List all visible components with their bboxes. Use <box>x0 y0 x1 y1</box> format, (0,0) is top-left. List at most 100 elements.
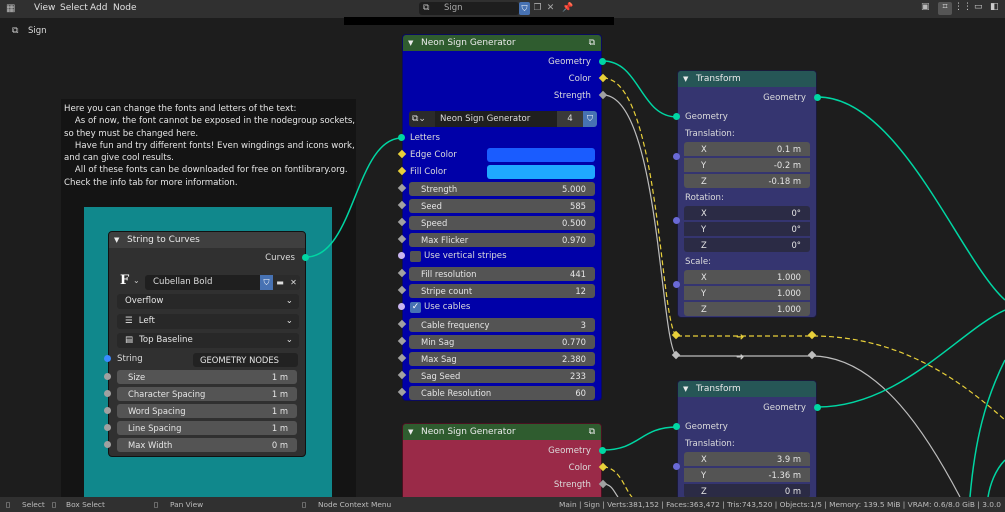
scale-label: Scale: <box>685 257 712 267</box>
font-name-field[interactable]: Cubellan Bold <box>145 275 260 290</box>
link-color <box>602 77 678 337</box>
neon-sign-generator-node-2[interactable]: ▼ Neon Sign Generator ⧉ Geometry Color S… <box>402 423 602 501</box>
speed-field[interactable]: Speed 0.500 <box>409 216 595 230</box>
fill-color-label: Fill Color <box>410 167 447 177</box>
overflow-dropdown[interactable]: Overflow ⌄ <box>117 294 299 309</box>
node-title: Neon Sign Generator <box>421 427 516 437</box>
node-header[interactable]: ▼ Transform <box>678 71 816 87</box>
folder-icon[interactable]: ▬ <box>273 275 287 290</box>
group-selector[interactable]: ⧉⌄ Neon Sign Generator 4 ⛉ <box>409 111 597 127</box>
max-width-field[interactable]: Max Width 0 m <box>117 438 297 452</box>
node-tree-icon[interactable]: ⧉⌄ <box>409 111 435 127</box>
input-geometry-label: Geometry <box>685 422 728 432</box>
output-geometry-label: Geometry <box>548 446 591 456</box>
vertical-stripes-checkbox[interactable] <box>410 251 421 262</box>
reroute-dot <box>807 330 817 340</box>
translation-z-field[interactable]: Z -0.18 m <box>684 174 810 188</box>
node-group-icon[interactable]: ⧉ <box>589 424 595 440</box>
translation-y-field[interactable]: Y -1.36 m <box>684 468 810 482</box>
geometry-output-socket[interactable] <box>814 94 821 101</box>
fake-user-shield-icon[interactable]: ⛉ <box>583 111 597 127</box>
scale-z-field[interactable]: Z 1.000 <box>684 302 810 316</box>
node-header[interactable]: ▼ String to Curves <box>109 232 305 248</box>
user-count[interactable]: 4 <box>557 111 583 127</box>
letters-label: Letters <box>410 133 440 143</box>
translation-y-field[interactable]: Y -0.2 m <box>684 158 810 172</box>
letters-input-socket[interactable] <box>398 134 405 141</box>
reroute-dot <box>671 330 681 340</box>
output-color-label: Color <box>568 74 591 84</box>
scale-y-field[interactable]: Y 1.000 <box>684 286 810 300</box>
size-field[interactable]: Size 1 m <box>117 370 297 384</box>
chevron-down-icon[interactable]: ▼ <box>408 424 413 440</box>
line-spacing-socket[interactable] <box>104 424 111 431</box>
character-spacing-socket[interactable] <box>104 390 111 397</box>
use-cables-socket[interactable] <box>398 303 405 310</box>
use-cables-checkbox[interactable]: ✓ <box>410 302 421 313</box>
translation-socket[interactable] <box>673 463 680 470</box>
string-to-curves-node[interactable]: ▼ String to Curves Curves F ⌄ Cubellan B… <box>108 231 306 457</box>
node-header[interactable]: ▼ Transform <box>678 381 816 397</box>
line-spacing-field[interactable]: Line Spacing 1 m <box>117 421 297 435</box>
geometry-output-socket[interactable] <box>814 404 821 411</box>
seed-field[interactable]: Seed 585 <box>409 199 595 213</box>
translation-x-field[interactable]: X 3.9 m <box>684 452 810 466</box>
chevron-down-icon[interactable]: ▼ <box>683 381 688 397</box>
transform-node[interactable]: ▼ Transform Geometry Geometry Translatio… <box>677 70 817 318</box>
chevron-down-icon[interactable]: ▼ <box>114 232 119 248</box>
geometry-output-socket[interactable] <box>599 58 606 65</box>
neon-sign-generator-node[interactable]: ▼ Neon Sign Generator ⧉ Geometry Color S… <box>402 34 602 401</box>
fill-resolution-field[interactable]: Fill resolution 441 <box>409 267 595 281</box>
overflow-value: Overflow <box>125 296 164 306</box>
min-sag-field[interactable]: Min Sag 0.770 <box>409 335 595 349</box>
scale-x-field[interactable]: X 1.000 <box>684 270 810 284</box>
rotation-x-field[interactable]: X 0° <box>684 206 810 220</box>
string-input[interactable]: GEOMETRY NODES <box>193 353 298 367</box>
translation-z-field[interactable]: Z0 m <box>684 484 810 498</box>
strength-field[interactable]: Strength 5.000 <box>409 182 595 196</box>
font-icon: F <box>120 273 130 288</box>
cable-resolution-field[interactable]: Cable Resolution 60 <box>409 386 595 400</box>
geometry-output-socket[interactable] <box>599 447 606 454</box>
node-group-icon[interactable]: ⧉ <box>589 35 595 51</box>
max-sag-field[interactable]: Max Sag 2.380 <box>409 352 595 366</box>
max-flicker-field[interactable]: Max Flicker 0.970 <box>409 233 595 247</box>
status-select: Select <box>22 500 45 509</box>
fake-user-shield-icon[interactable]: ⛉ <box>260 275 273 290</box>
chevron-down-icon[interactable]: ▼ <box>683 71 688 87</box>
max-width-socket[interactable] <box>104 441 111 448</box>
fill-color-swatch[interactable] <box>487 165 595 179</box>
string-input-socket[interactable] <box>104 355 111 362</box>
link-geo1-out-b <box>817 309 1005 408</box>
align-x-dropdown[interactable]: ☰ Left ⌄ <box>117 314 299 329</box>
word-spacing-field[interactable]: Word Spacing 1 m <box>117 404 297 418</box>
geometry-input-socket[interactable] <box>673 423 680 430</box>
chevron-down-icon: ⌄ <box>285 296 293 306</box>
edge-color-swatch[interactable] <box>487 148 595 162</box>
transform-node-2[interactable]: ▼ Transform Geometry Geometry Translatio… <box>677 380 817 501</box>
chevron-down-icon[interactable]: ⌄ <box>133 276 140 285</box>
node-header[interactable]: ▼ Neon Sign Generator ⧉ <box>403 35 601 51</box>
chevron-down-icon[interactable]: ▼ <box>408 35 413 51</box>
font-selector[interactable]: F ⌄ Cubellan Bold ⛉ ▬ ✕ <box>117 273 300 290</box>
rotation-socket[interactable] <box>673 217 680 224</box>
close-icon[interactable]: ✕ <box>287 275 300 290</box>
stripe-count-field[interactable]: Stripe count 12 <box>409 284 595 298</box>
align-y-dropdown[interactable]: ▤ Top Baseline ⌄ <box>117 333 299 348</box>
curves-output-socket[interactable] <box>302 254 309 261</box>
mouse-left-icon: ▯ <box>6 500 11 509</box>
sag-seed-field[interactable]: Sag Seed 233 <box>409 369 595 383</box>
translation-x-field[interactable]: X 0.1 m <box>684 142 810 156</box>
character-spacing-field[interactable]: Character Spacing 1 m <box>117 387 297 401</box>
geometry-input-socket[interactable] <box>673 113 680 120</box>
cable-frequency-field[interactable]: Cable frequency 3 <box>409 318 595 332</box>
size-socket[interactable] <box>104 373 111 380</box>
rotation-y-field[interactable]: Y 0° <box>684 222 810 236</box>
group-name-field[interactable]: Neon Sign Generator <box>435 111 557 127</box>
node-header[interactable]: ▼ Neon Sign Generator ⧉ <box>403 424 601 440</box>
vertical-stripes-socket[interactable] <box>398 252 405 259</box>
rotation-z-field[interactable]: Z 0° <box>684 238 810 252</box>
translation-socket[interactable] <box>673 153 680 160</box>
scale-socket[interactable] <box>673 281 680 288</box>
word-spacing-socket[interactable] <box>104 407 111 414</box>
